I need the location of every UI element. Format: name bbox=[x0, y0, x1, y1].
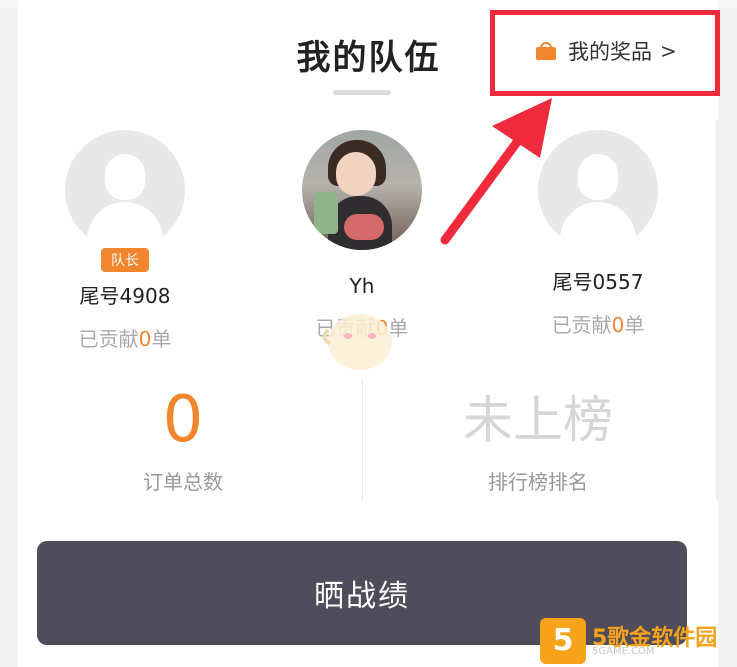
watermark-subtext: 5GAME.COM bbox=[592, 646, 655, 657]
watermark-logo: 5 bbox=[540, 618, 586, 664]
order-total-value: 0 bbox=[162, 383, 204, 457]
team-member-3[interactable]: 尾号0557 已贡献0单 bbox=[533, 130, 663, 338]
watermark: 5 5歌金软件园 5GAME.COM bbox=[540, 616, 730, 664]
team-member-1[interactable]: 队长 尾号4908 已贡献0单 bbox=[60, 130, 190, 352]
default-avatar-icon bbox=[65, 130, 185, 250]
ranking-label: 排行榜排名 bbox=[488, 470, 588, 494]
user-photo bbox=[302, 130, 422, 250]
stats-divider bbox=[362, 380, 363, 500]
member-contribution: 已贡献0单 bbox=[551, 313, 645, 337]
member-name: 尾号4908 bbox=[79, 284, 171, 308]
member-name: Yh bbox=[349, 274, 375, 298]
ranking-value: 未上榜 bbox=[463, 391, 613, 449]
order-total-stat: 0 订单总数 bbox=[33, 384, 333, 495]
member-contribution: 已贡献0单 bbox=[78, 327, 172, 351]
order-total-label: 订单总数 bbox=[143, 470, 223, 494]
captain-badge: 队长 bbox=[101, 248, 149, 272]
ranking-stat: 未上榜 排行榜排名 bbox=[388, 384, 688, 495]
default-avatar-icon bbox=[538, 130, 658, 250]
member-name: 尾号0557 bbox=[552, 270, 644, 294]
watermark-mascot bbox=[322, 314, 392, 370]
